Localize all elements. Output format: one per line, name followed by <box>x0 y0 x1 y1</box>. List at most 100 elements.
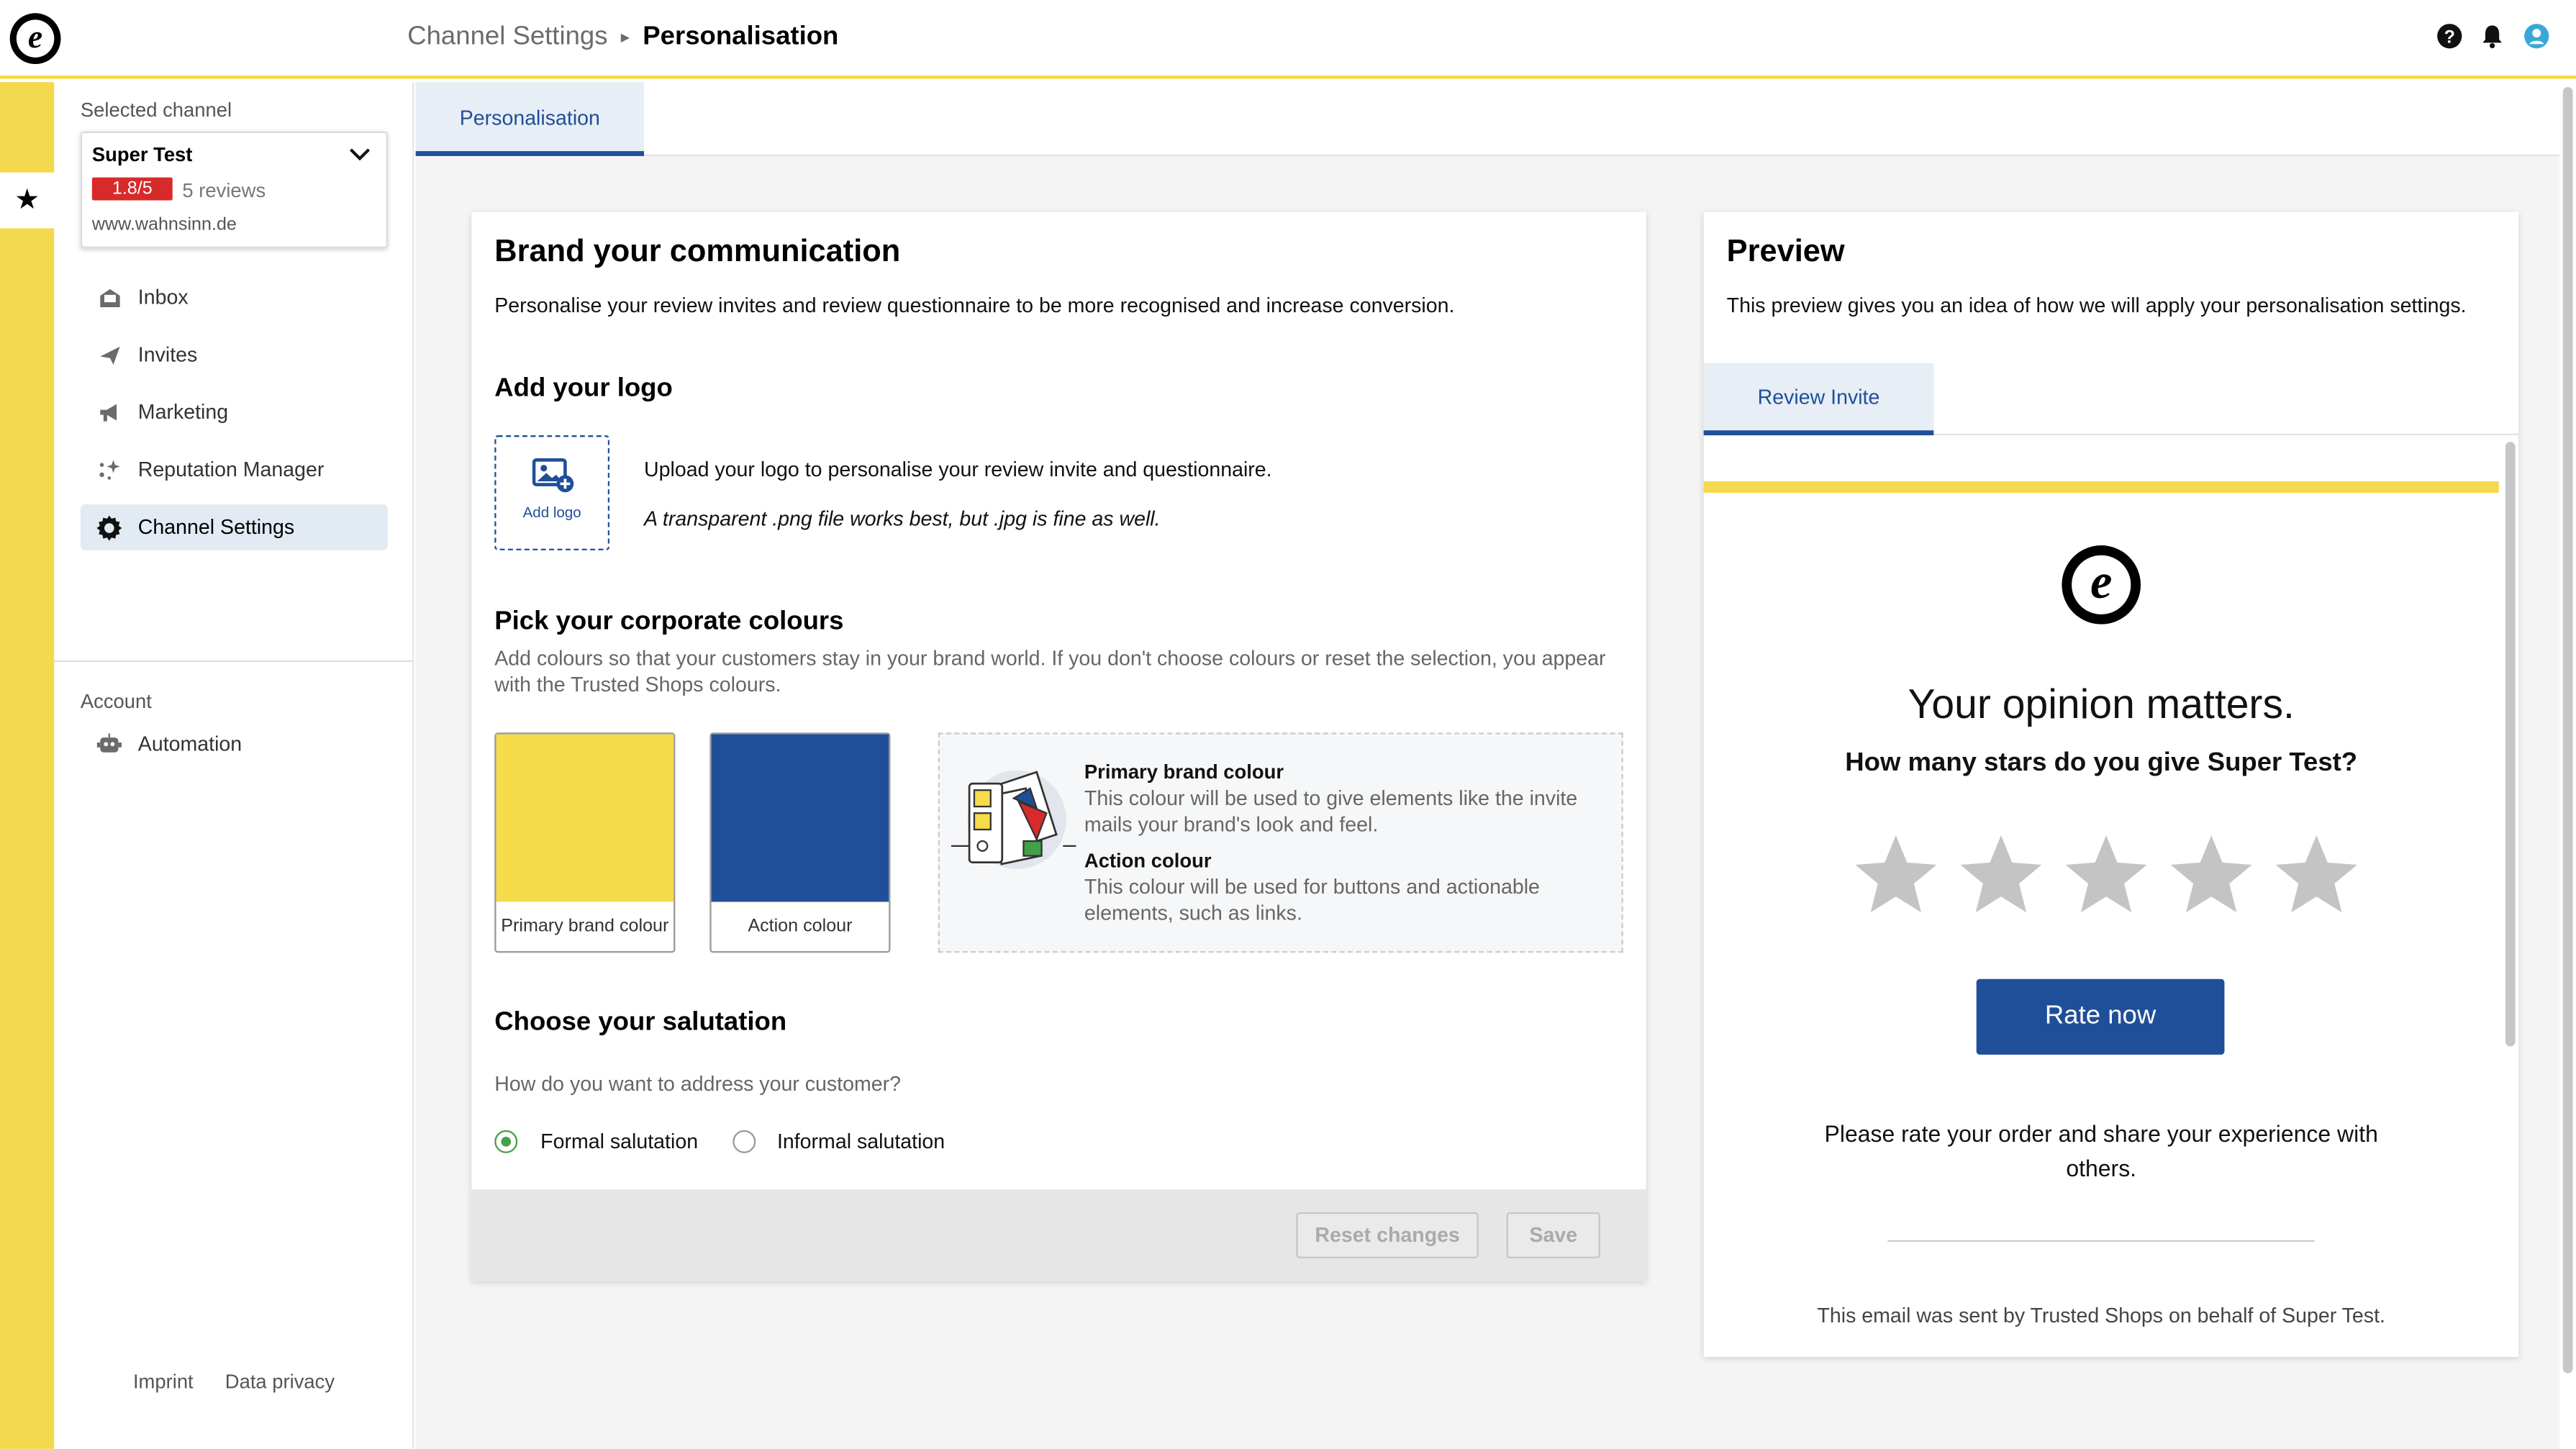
preview-logo: e <box>2062 545 2141 624</box>
formal-salutation-label[interactable]: Formal salutation <box>540 1130 698 1153</box>
megaphone-icon <box>81 401 138 423</box>
inbox-icon <box>81 286 138 308</box>
primary-colour-swatch[interactable]: Primary brand colour <box>494 732 676 953</box>
info-primary-title: Primary brand colour <box>1084 760 1284 784</box>
trusted-shops-logo[interactable]: e <box>9 13 61 65</box>
card-footer: Reset changes Save <box>471 1189 1646 1281</box>
logo-hint: A transparent .png file works best, but … <box>644 507 1161 531</box>
star-1-icon[interactable] <box>1850 830 1942 922</box>
rating-badge: 1.8/5 <box>91 177 173 201</box>
preview-body-text: Please rate your order and share your ex… <box>1824 1120 2378 1181</box>
tab-personalisation[interactable]: Personalisation <box>415 82 645 156</box>
channel-selector[interactable]: Super Test 1.8/5 5 reviews www.wahnsinn.… <box>80 131 388 248</box>
reviews-count: 5 reviews <box>182 178 266 202</box>
primary-colour-label: Primary brand colour <box>501 917 669 937</box>
preview-logo-letter: e <box>2072 555 2131 614</box>
logo-letter: e <box>16 19 55 58</box>
brand-communication-card: Brand your communication Personalise you… <box>471 212 1646 1281</box>
sidebar-item-label: Channel Settings <box>137 515 295 539</box>
sidebar-divider <box>54 660 413 663</box>
breadcrumb-separator-icon: ▶ <box>620 32 630 45</box>
preview-divider <box>1887 1240 2316 1243</box>
action-colour-preview <box>711 734 889 902</box>
preview-brand-bar <box>1703 481 2499 493</box>
send-icon <box>81 344 138 365</box>
add-logo-title: Add your logo <box>494 374 673 403</box>
salutation-question: How do you want to address your customer… <box>494 1072 902 1096</box>
action-colour-label: Action colour <box>748 917 853 937</box>
data-privacy-link[interactable]: Data privacy <box>225 1370 335 1393</box>
add-image-icon <box>532 458 574 493</box>
preview-title: Preview <box>1726 235 1845 270</box>
informal-salutation-radio[interactable] <box>733 1130 756 1153</box>
preview-card: Preview This preview gives you an idea o… <box>1703 212 2519 1357</box>
colours-description: Add colours so that your customers stay … <box>494 647 1606 697</box>
save-button[interactable]: Save <box>1506 1212 1600 1258</box>
sidebar-item-inbox[interactable]: Inbox <box>81 274 388 320</box>
top-header: e Channel Settings ▶ Personalisation ? <box>0 0 2576 79</box>
info-action-title: Action colour <box>1084 849 1212 873</box>
breadcrumb-channel-settings[interactable]: Channel Settings <box>407 23 607 53</box>
sidebar-item-label: Inbox <box>137 286 189 309</box>
sidebar-item-label: Automation <box>137 732 242 756</box>
star-2-icon[interactable] <box>1955 830 2047 922</box>
star-4-icon[interactable] <box>2165 830 2257 922</box>
action-colour-swatch[interactable]: Action colour <box>709 732 891 953</box>
preview-footer-text: This email was sent by Trusted Shops on … <box>1817 1304 2385 1327</box>
info-action-desc: This colour will be used for buttons and… <box>1084 875 1540 925</box>
star-rating <box>1850 830 2362 928</box>
add-logo-label: Add logo <box>522 504 581 521</box>
sidebar-item-label: Marketing <box>137 401 229 424</box>
tab-bar: Personalisation <box>415 82 2560 156</box>
tab-review-invite[interactable]: Review Invite <box>1703 363 1934 436</box>
brand-title: Brand your communication <box>494 235 901 270</box>
bell-icon[interactable] <box>2479 23 2505 50</box>
preview-description: This preview gives you an idea of how we… <box>1726 294 2467 317</box>
preview-tab-bar: Review Invite <box>1703 363 2519 436</box>
preview-question: How many stars do you give Super Test? <box>1845 749 2358 777</box>
preview-scrollbar-thumb[interactable] <box>2505 442 2516 1047</box>
preview-scrollbar[interactable] <box>2502 438 2519 1357</box>
help-icon[interactable]: ? <box>2436 23 2463 50</box>
sidebar-item-invites[interactable]: Invites <box>81 332 388 378</box>
sidebar-item-automation[interactable]: Automation <box>81 721 388 767</box>
star-5-icon[interactable] <box>2270 830 2362 922</box>
colour-info-box: Primary brand colour This colour will be… <box>938 732 1623 953</box>
sidebar-item-label: Reputation Manager <box>137 458 325 481</box>
breadcrumb-current: Personalisation <box>643 22 839 51</box>
info-primary-desc: This colour will be used to give element… <box>1084 786 1578 837</box>
robot-icon <box>81 732 138 755</box>
sparkle-icon <box>81 458 138 481</box>
reset-changes-button[interactable]: Reset changes <box>1296 1212 1479 1258</box>
chevron-down-icon[interactable] <box>348 146 371 163</box>
gear-icon <box>81 514 138 542</box>
left-rail: ★ <box>0 82 55 1449</box>
main-scrollbar-thumb[interactable] <box>2562 87 2573 1373</box>
logo-description: Upload your logo to personalise your rev… <box>644 458 1272 481</box>
brand-intro: Personalise your review invites and revi… <box>494 294 1455 317</box>
selected-channel-label: Selected channel <box>80 98 232 122</box>
preview-headline: Your opinion matters. <box>1908 681 2295 728</box>
breadcrumb: Channel Settings ▶ Personalisation <box>407 23 838 53</box>
channel-name: Super Test <box>91 142 193 166</box>
star-3-icon[interactable] <box>2060 830 2152 922</box>
svg-text:?: ? <box>2444 27 2455 47</box>
informal-salutation-label[interactable]: Informal salutation <box>777 1130 945 1153</box>
primary-colour-preview <box>496 734 674 902</box>
sidebar-item-channel-settings[interactable]: Channel Settings <box>80 504 388 550</box>
salutation-title: Choose your salutation <box>494 1008 787 1037</box>
colours-title: Pick your corporate colours <box>494 607 844 636</box>
colour-palette-illustration <box>951 770 1076 869</box>
imprint-link[interactable]: Imprint <box>133 1370 194 1393</box>
add-logo-button[interactable]: Add logo <box>494 435 610 550</box>
user-avatar-icon[interactable] <box>2523 23 2550 50</box>
favourites-star-icon[interactable]: ★ <box>0 172 55 229</box>
main-scrollbar[interactable] <box>2559 82 2576 1449</box>
sidebar-item-marketing[interactable]: Marketing <box>81 389 388 435</box>
rate-now-button[interactable]: Rate now <box>1976 978 2225 1055</box>
sidebar: Selected channel Super Test 1.8/5 5 revi… <box>54 82 414 1449</box>
account-section-label: Account <box>80 689 152 713</box>
sidebar-item-reputation-manager[interactable]: Reputation Manager <box>81 447 388 493</box>
sidebar-item-label: Invites <box>137 343 198 367</box>
formal-salutation-radio[interactable] <box>494 1130 518 1153</box>
